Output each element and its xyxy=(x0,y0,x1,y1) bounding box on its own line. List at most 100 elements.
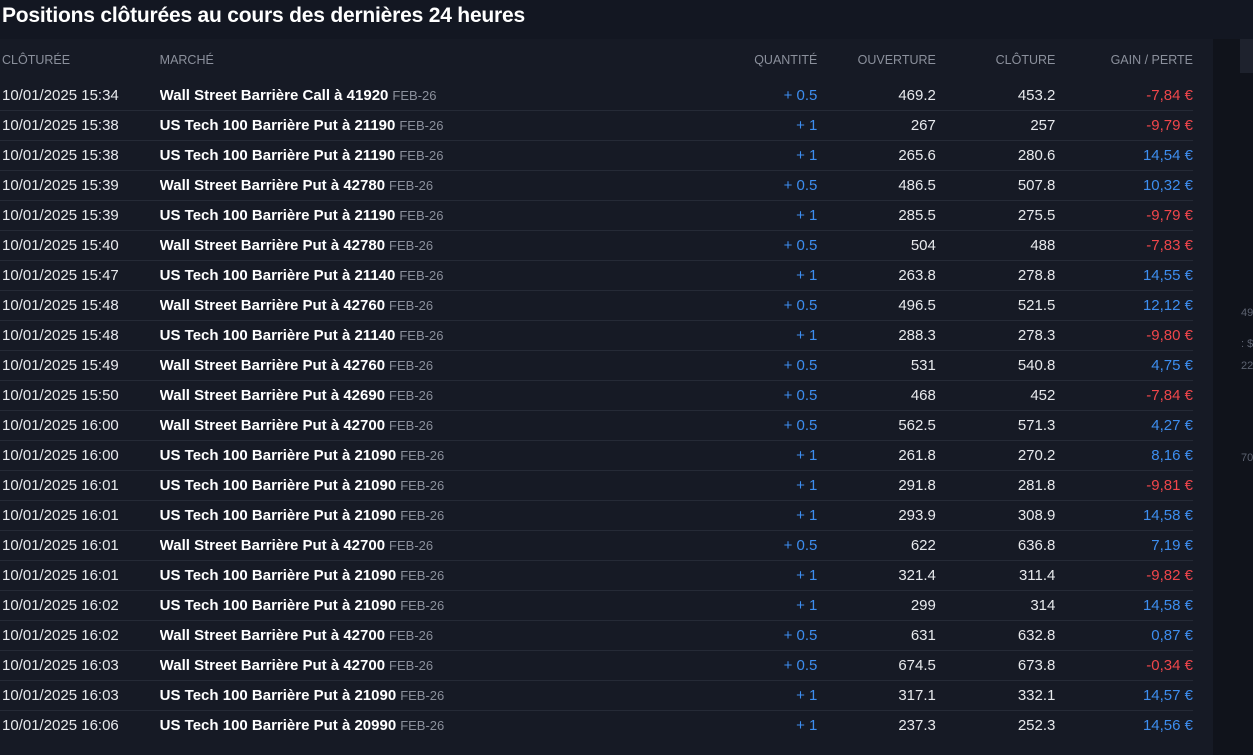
table-row[interactable]: 10/01/2025 16:01 US Tech 100 Barrière Put… xyxy=(0,470,1193,501)
table-row[interactable]: 10/01/2025 16:06 US Tech 100 Barrière Put… xyxy=(0,711,1193,741)
quantity-cell: + 1 xyxy=(701,140,818,171)
table-row[interactable]: 10/01/2025 16:02 US Tech 100 Barrière Put… xyxy=(0,590,1193,621)
quantity-cell: + 1 xyxy=(701,200,818,231)
table-row[interactable]: 10/01/2025 16:01 US Tech 100 Barrière Put… xyxy=(0,560,1193,591)
market-name[interactable]: US Tech 100 Barrière Put à 21090 xyxy=(160,447,397,464)
quantity-value: + 0.5 xyxy=(783,387,818,404)
profit-loss-value: 14,58 € xyxy=(1142,507,1193,524)
table-row[interactable]: 10/01/2025 15:49 Wall Street Barrière Put… xyxy=(0,350,1193,381)
quantity-value: + 1 xyxy=(796,447,818,464)
quantity-cell: + 1 xyxy=(701,470,818,501)
closed-positions-page: Positions clôturées au cours des dernièr… xyxy=(0,0,1253,755)
market-name[interactable]: Wall Street Barrière Put à 42700 xyxy=(160,417,385,434)
table-row[interactable]: 10/01/2025 15:39 US Tech 100 Barrière Put… xyxy=(0,200,1193,231)
market-name[interactable]: Wall Street Barrière Put à 42690 xyxy=(160,387,385,404)
table-row[interactable]: 10/01/2025 16:02 Wall Street Barrière Put… xyxy=(0,620,1193,651)
profit-loss-value: 14,54 € xyxy=(1142,147,1193,164)
column-header-market[interactable]: MARCHÉ xyxy=(160,39,702,81)
quantity-value: + 0.5 xyxy=(783,297,818,314)
closed-date-cell: 10/01/2025 15:48 xyxy=(0,320,160,351)
profit-loss-value: -0,34 € xyxy=(1146,657,1193,674)
quantity-cell: + 0.5 xyxy=(701,290,818,321)
table-row[interactable]: 10/01/2025 15:34 Wall Street Barrière Cal… xyxy=(0,81,1193,111)
open-price-cell: 285.5 xyxy=(817,200,936,231)
table-row[interactable]: 10/01/2025 16:01 Wall Street Barrière Put… xyxy=(0,530,1193,561)
profit-loss-value: -9,80 € xyxy=(1146,327,1193,344)
market-name[interactable]: US Tech 100 Barrière Put à 20990 xyxy=(160,717,397,734)
expiry-label: FEB-26 xyxy=(392,88,437,103)
market-name[interactable]: Wall Street Barrière Put à 42700 xyxy=(160,657,385,674)
table-row[interactable]: 10/01/2025 15:48 Wall Street Barrière Put… xyxy=(0,290,1193,321)
table-row[interactable]: 10/01/2025 15:39 Wall Street Barrière Put… xyxy=(0,170,1193,201)
market-name[interactable]: US Tech 100 Barrière Put à 21090 xyxy=(160,507,397,524)
close-price-cell: 311.4 xyxy=(935,560,1056,591)
profit-loss-cell: 14,55 € xyxy=(1055,260,1193,291)
open-price-cell: 486.5 xyxy=(817,170,936,201)
column-header-closed[interactable]: CLÔTURÉE xyxy=(0,39,160,81)
market-name[interactable]: Wall Street Barrière Put à 42780 xyxy=(160,237,385,254)
quantity-value: + 1 xyxy=(796,687,818,704)
closed-date-cell: 10/01/2025 16:01 xyxy=(0,560,160,591)
expiry-label: FEB-26 xyxy=(389,178,434,193)
column-header-close[interactable]: CLÔTURE xyxy=(936,39,1056,81)
edge-fragment: 70 xyxy=(1241,452,1253,464)
table-row[interactable]: 10/01/2025 16:00 US Tech 100 Barrière Put… xyxy=(0,440,1193,471)
profit-loss-value: -9,79 € xyxy=(1146,117,1193,134)
closed-date-cell: 10/01/2025 16:02 xyxy=(0,590,160,621)
market-name[interactable]: Wall Street Barrière Put à 42760 xyxy=(160,357,385,374)
closed-date-cell: 10/01/2025 16:01 xyxy=(0,470,160,501)
table-row[interactable]: 10/01/2025 15:50 Wall Street Barrière Put… xyxy=(0,380,1193,411)
market-name[interactable]: US Tech 100 Barrière Put à 21190 xyxy=(160,117,396,134)
profit-loss-value: 12,12 € xyxy=(1142,297,1193,314)
quantity-cell: + 1 xyxy=(701,590,818,621)
quantity-cell: + 0.5 xyxy=(701,410,818,441)
market-name[interactable]: US Tech 100 Barrière Put à 21090 xyxy=(160,567,397,584)
column-header-pl[interactable]: GAIN / PERTE xyxy=(1055,39,1193,81)
open-price-cell: 261.8 xyxy=(817,440,936,471)
quantity-value: + 1 xyxy=(796,597,818,614)
table-row[interactable]: 10/01/2025 15:47 US Tech 100 Barrière Put… xyxy=(0,260,1193,291)
profit-loss-cell: -9,81 € xyxy=(1055,470,1193,501)
market-cell: US Tech 100 Barrière Put à 21090 FEB-26 xyxy=(159,590,702,621)
profit-loss-cell: 14,56 € xyxy=(1055,711,1193,741)
market-cell: US Tech 100 Barrière Put à 21190 FEB-26 xyxy=(159,110,702,141)
table-row[interactable]: 10/01/2025 15:40 Wall Street Barrière Put… xyxy=(0,230,1193,261)
column-header-quantity[interactable]: QUANTITÉ xyxy=(702,39,817,81)
column-header-open[interactable]: OUVERTURE xyxy=(817,39,936,81)
profit-loss-value: 7,19 € xyxy=(1151,537,1193,554)
scrollbar-strip[interactable] xyxy=(1240,39,1253,73)
market-name[interactable]: US Tech 100 Barrière Put à 21090 xyxy=(160,687,397,704)
table-row[interactable]: 10/01/2025 16:03 US Tech 100 Barrière Put… xyxy=(0,680,1193,711)
market-name[interactable]: US Tech 100 Barrière Put à 21090 xyxy=(160,597,397,614)
market-cell: US Tech 100 Barrière Put à 21090 FEB-26 xyxy=(159,440,702,471)
table-row[interactable]: 10/01/2025 15:38 US Tech 100 Barrière Put… xyxy=(0,110,1193,141)
market-name[interactable]: Wall Street Barrière Put à 42780 xyxy=(160,177,385,194)
quantity-cell: + 1 xyxy=(701,110,818,141)
profit-loss-value: -9,79 € xyxy=(1146,207,1193,224)
open-price-cell: 468 xyxy=(817,380,936,411)
close-price-cell: 314 xyxy=(935,590,1056,621)
market-name[interactable]: Wall Street Barrière Put à 42700 xyxy=(160,537,385,554)
table-row[interactable]: 10/01/2025 16:03 Wall Street Barrière Put… xyxy=(0,650,1193,681)
open-price-cell: 496.5 xyxy=(817,290,936,321)
market-name[interactable]: Wall Street Barrière Call à 41920 xyxy=(160,87,389,104)
market-name[interactable]: Wall Street Barrière Put à 42760 xyxy=(160,297,385,314)
profit-loss-cell: 7,19 € xyxy=(1055,530,1193,561)
market-name[interactable]: US Tech 100 Barrière Put à 21090 xyxy=(160,477,397,494)
table-row[interactable]: 10/01/2025 15:38 US Tech 100 Barrière Put… xyxy=(0,140,1193,171)
market-name[interactable]: US Tech 100 Barrière Put à 21190 xyxy=(160,147,396,164)
market-name[interactable]: US Tech 100 Barrière Put à 21140 xyxy=(160,327,396,344)
edge-fragment: 22 xyxy=(1241,360,1253,372)
open-price-cell: 469.2 xyxy=(817,81,936,111)
market-name[interactable]: US Tech 100 Barrière Put à 21190 xyxy=(160,207,396,224)
profit-loss-value: -9,81 € xyxy=(1146,477,1193,494)
open-price-cell: 263.8 xyxy=(817,260,936,291)
market-name[interactable]: Wall Street Barrière Put à 42700 xyxy=(160,627,385,644)
profit-loss-value: 10,32 € xyxy=(1142,177,1193,194)
market-cell: US Tech 100 Barrière Put à 21190 FEB-26 xyxy=(159,140,702,171)
market-cell: Wall Street Barrière Put à 42780 FEB-26 xyxy=(159,170,702,201)
table-row[interactable]: 10/01/2025 16:00 Wall Street Barrière Put… xyxy=(0,410,1193,441)
market-name[interactable]: US Tech 100 Barrière Put à 21140 xyxy=(160,267,396,284)
table-row[interactable]: 10/01/2025 15:48 US Tech 100 Barrière Put… xyxy=(0,320,1193,351)
table-row[interactable]: 10/01/2025 16:01 US Tech 100 Barrière Put… xyxy=(0,500,1193,531)
